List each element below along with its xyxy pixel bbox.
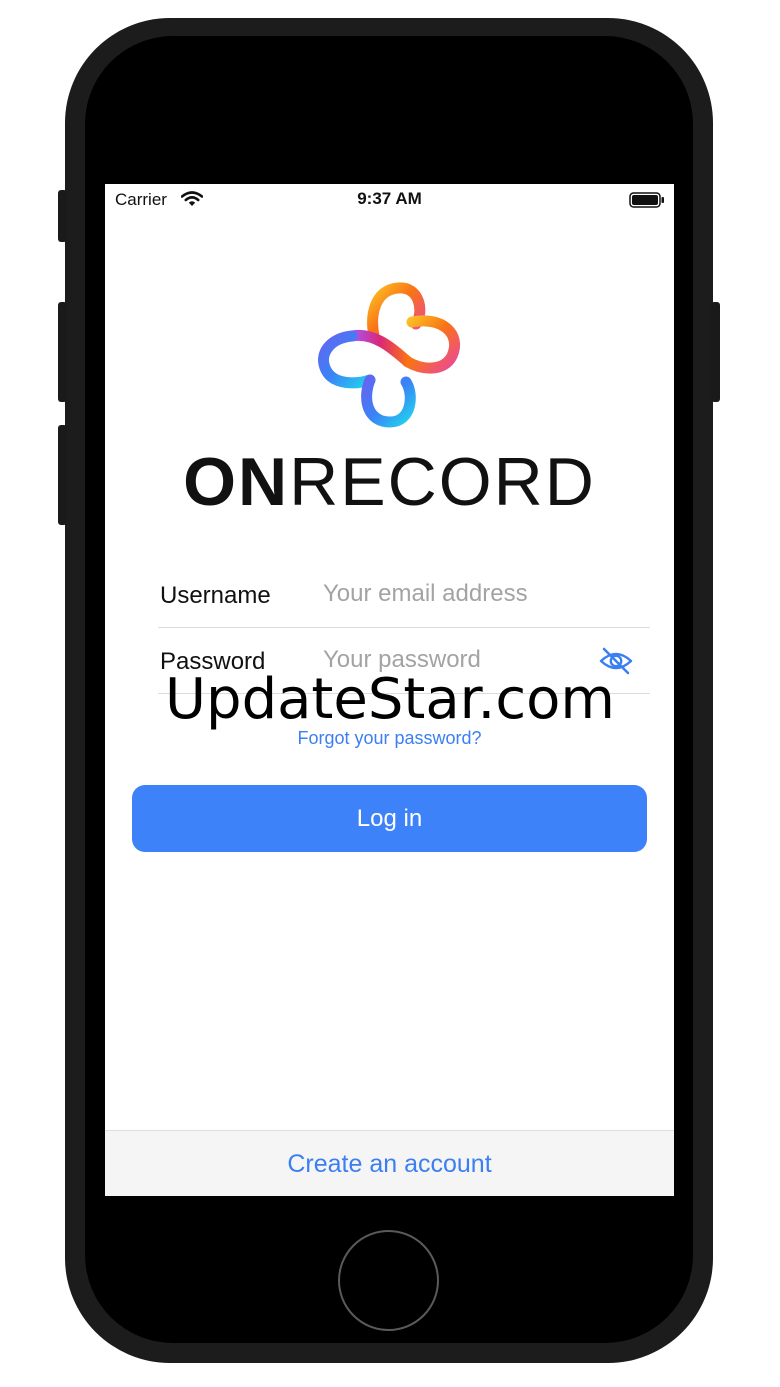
eye-slash-icon[interactable] xyxy=(598,646,634,676)
wordmark-bold: ON xyxy=(183,444,290,520)
volume-down-button xyxy=(58,425,67,525)
home-button[interactable] xyxy=(338,1230,439,1331)
wordmark-regular: RECORD xyxy=(289,444,596,520)
forgot-password-link[interactable]: Forgot your password? xyxy=(105,728,674,749)
password-row: Password xyxy=(158,628,650,694)
username-input[interactable] xyxy=(323,576,593,612)
status-time: 9:37 AM xyxy=(357,189,422,208)
onrecord-logo-mark xyxy=(318,282,461,428)
power-button xyxy=(711,302,720,402)
create-account-link[interactable]: Create an account xyxy=(105,1150,674,1179)
login-button[interactable]: Log in xyxy=(132,785,647,852)
battery-full-icon xyxy=(629,192,664,208)
username-label: Username xyxy=(160,582,271,609)
status-bar: Carrier 9:37 AM xyxy=(105,184,674,216)
password-label: Password xyxy=(160,648,266,675)
app-screen: Carrier 9:37 AM ONRECORD Username Your e… xyxy=(105,184,674,1196)
volume-up-button xyxy=(58,302,67,402)
username-row: Username xyxy=(158,562,650,628)
brand-wordmark: ONRECORD xyxy=(105,442,674,522)
footer-bar: Create an account xyxy=(105,1130,674,1196)
mute-switch xyxy=(58,190,67,242)
password-input[interactable] xyxy=(323,642,593,678)
